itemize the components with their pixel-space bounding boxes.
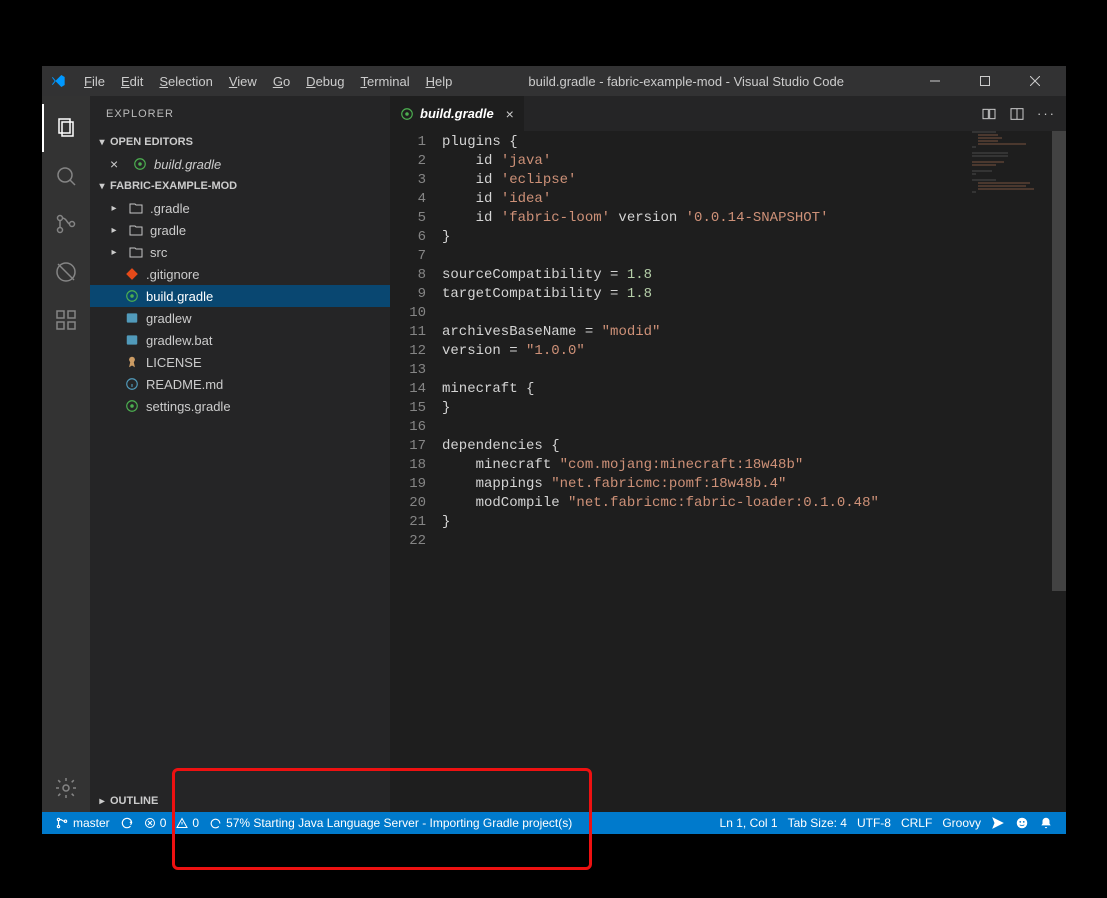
tree-item-label: gradle	[150, 223, 186, 238]
editor-actions: ···	[971, 96, 1066, 131]
more-icon[interactable]: ···	[1037, 106, 1056, 121]
language-mode-status[interactable]: Groovy	[937, 812, 986, 834]
menu-debug[interactable]: Debug	[298, 74, 352, 89]
menu-view[interactable]: View	[221, 74, 265, 89]
maximize-button[interactable]	[962, 66, 1008, 96]
tree-item-build-gradle[interactable]: build.gradle	[90, 285, 390, 307]
tree-item-label: gradlew	[146, 311, 192, 326]
explorer-activity-icon[interactable]	[42, 104, 90, 152]
explorer-sidebar: EXPLORER ▾OPEN EDITORS × build.gradle ▾F…	[90, 96, 390, 812]
tree-item-label: LICENSE	[146, 355, 202, 370]
tree-item-src[interactable]: ▸ src	[90, 241, 390, 263]
sync-status[interactable]	[115, 812, 139, 834]
menu-edit[interactable]: Edit	[113, 74, 151, 89]
menu-terminal[interactable]: Terminal	[352, 74, 417, 89]
status-bar: master 0 0 57% Starting Java Language Se…	[42, 812, 1066, 834]
folder-icon	[128, 245, 144, 259]
explorer-title: EXPLORER	[90, 96, 390, 131]
eol-status[interactable]: CRLF	[896, 812, 937, 834]
tree-item-label: .gradle	[150, 201, 190, 216]
tree-item-README-md[interactable]: README.md	[90, 373, 390, 395]
chevron-right-icon: ▸	[106, 247, 122, 258]
tree-item-gradlew-bat[interactable]: gradlew.bat	[90, 329, 390, 351]
editor-tabs: build.gradle × ···	[390, 96, 1066, 131]
tab-build-gradle[interactable]: build.gradle ×	[390, 96, 525, 131]
settings-gear-icon[interactable]	[42, 764, 90, 812]
main-area: EXPLORER ▾OPEN EDITORS × build.gradle ▾F…	[42, 96, 1066, 812]
file-tree: ▸ .gradle ▸ gradle ▸ src .gitignore build.gradl…	[90, 197, 390, 417]
tree-item-LICENSE[interactable]: LICENSE	[90, 351, 390, 373]
vscode-icon	[50, 73, 66, 89]
split-editor-icon[interactable]	[1009, 106, 1025, 122]
tree-item--gradle[interactable]: ▸ .gradle	[90, 197, 390, 219]
extensions-activity-icon[interactable]	[42, 296, 90, 344]
tree-item-label: gradlew.bat	[146, 333, 213, 348]
tweet-feedback-icon[interactable]	[1010, 812, 1034, 834]
debug-activity-icon[interactable]	[42, 248, 90, 296]
chevron-down-icon: ▾	[94, 181, 110, 192]
encoding-status[interactable]: UTF-8	[852, 812, 896, 834]
tree-item-label: build.gradle	[146, 289, 213, 304]
open-editor-label: build.gradle	[154, 157, 221, 172]
notifications-icon[interactable]	[1034, 812, 1058, 834]
tree-item-label: src	[150, 245, 167, 260]
open-editors-section[interactable]: ▾OPEN EDITORS	[90, 131, 390, 153]
gradle-file-icon	[400, 107, 414, 121]
gradle-icon	[124, 399, 140, 413]
editor-area: build.gradle × ··· 123456789101112131415…	[390, 96, 1066, 812]
tree-item-label: README.md	[146, 377, 223, 392]
menu-file[interactable]: File	[76, 74, 113, 89]
gradle-file-icon	[132, 157, 148, 171]
chevron-right-icon: ▸	[94, 796, 110, 807]
editor-body[interactable]: 12345678910111213141516171819202122 plug…	[390, 131, 1066, 812]
license-icon	[124, 355, 140, 369]
indentation-status[interactable]: Tab Size: 4	[783, 812, 852, 834]
chevron-right-icon: ▸	[106, 225, 122, 236]
menu-help[interactable]: Help	[418, 74, 461, 89]
menu-bar: FileEditSelectionViewGoDebugTerminalHelp	[76, 74, 460, 89]
cursor-position-status[interactable]: Ln 1, Col 1	[715, 812, 783, 834]
compare-icon[interactable]	[981, 106, 997, 122]
close-editor-icon[interactable]: ×	[110, 156, 126, 172]
info-icon	[124, 377, 140, 391]
shell-icon	[124, 311, 140, 325]
tree-item-gradle[interactable]: ▸ gradle	[90, 219, 390, 241]
minimize-button[interactable]	[912, 66, 958, 96]
gradle-icon	[124, 289, 140, 303]
folder-icon	[128, 223, 144, 237]
close-button[interactable]	[1012, 66, 1058, 96]
activity-bar	[42, 96, 90, 812]
tab-label: build.gradle	[420, 106, 494, 121]
window-title: build.gradle - fabric-example-mod - Visu…	[464, 74, 908, 89]
menu-selection[interactable]: Selection	[151, 74, 220, 89]
chevron-down-icon: ▾	[94, 137, 110, 148]
title-bar: FileEditSelectionViewGoDebugTerminalHelp…	[42, 66, 1066, 96]
close-tab-icon[interactable]: ×	[506, 106, 514, 122]
vertical-scrollbar[interactable]	[1052, 131, 1066, 812]
tree-item-settings-gradle[interactable]: settings.gradle	[90, 395, 390, 417]
scm-activity-icon[interactable]	[42, 200, 90, 248]
tree-item-gradlew[interactable]: gradlew	[90, 307, 390, 329]
tree-item-label: .gitignore	[146, 267, 199, 282]
line-gutter: 12345678910111213141516171819202122	[390, 131, 442, 812]
tree-item--gitignore[interactable]: .gitignore	[90, 263, 390, 285]
project-section[interactable]: ▾FABRIC-EXAMPLE-MOD	[90, 175, 390, 197]
feedback-icon[interactable]	[986, 812, 1010, 834]
git-branch-status[interactable]: master	[50, 812, 115, 834]
open-editor-item[interactable]: × build.gradle	[90, 153, 390, 175]
vscode-window: FileEditSelectionViewGoDebugTerminalHelp…	[42, 66, 1066, 834]
search-activity-icon[interactable]	[42, 152, 90, 200]
language-server-status[interactable]: 57% Starting Java Language Server - Impo…	[204, 812, 577, 834]
tree-item-label: settings.gradle	[146, 399, 231, 414]
chevron-right-icon: ▸	[106, 203, 122, 214]
folder-icon	[128, 201, 144, 215]
scrollbar-thumb[interactable]	[1052, 131, 1066, 591]
git-icon	[124, 267, 140, 281]
code-content[interactable]: plugins { id 'java' id 'eclipse' id 'ide…	[442, 131, 1066, 812]
outline-section[interactable]: ▸OUTLINE	[90, 790, 390, 812]
menu-go[interactable]: Go	[265, 74, 298, 89]
problems-status[interactable]: 0 0	[139, 812, 204, 834]
bat-icon	[124, 333, 140, 347]
